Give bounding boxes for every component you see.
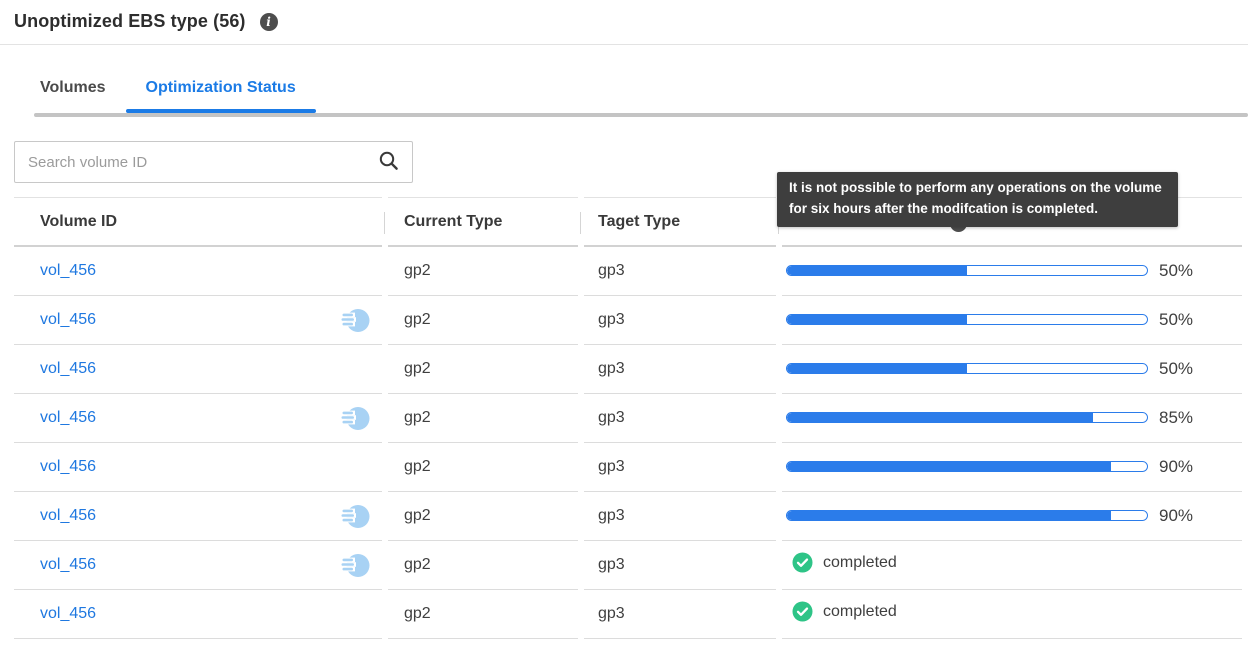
progress-fill [787, 413, 1093, 422]
progress-bar [786, 314, 1148, 325]
fast-snapshot-icon [341, 552, 370, 579]
table-body: vol_456 gp2 gp3 50% [14, 247, 1242, 639]
table-row: vol_456 gp2 gp3 [14, 541, 1242, 590]
check-circle-icon [792, 552, 813, 573]
completed-status: completed [792, 601, 897, 622]
current-type-value: gp2 [404, 360, 431, 377]
progress-fill [787, 315, 967, 324]
search-icon [378, 150, 399, 174]
title-bar: Unoptimized EBS type (56) i [0, 0, 1248, 45]
target-type-value: gp3 [598, 409, 625, 426]
column-header-volume-id: Volume ID [14, 197, 382, 247]
progress-fill [787, 511, 1111, 520]
progress-bar [786, 363, 1148, 374]
optimization-status-table: Volume ID Current Type Taget Type Modifi… [8, 197, 1248, 639]
progress-percent-label: 90% [1159, 506, 1193, 526]
table-row: vol_456 gp2 gp3 90% [14, 443, 1242, 492]
target-type-value: gp3 [598, 458, 625, 475]
current-type-value: gp2 [404, 458, 431, 475]
search-button[interactable] [374, 150, 412, 174]
search-input[interactable] [15, 142, 374, 182]
tabbar-track [34, 113, 1248, 117]
volume-id-link[interactable]: vol_456 [40, 409, 96, 427]
completed-label: completed [823, 603, 897, 621]
modification-progress: 50% [786, 359, 1193, 379]
completed-status: completed [792, 552, 897, 573]
volume-id-link[interactable]: vol_456 [40, 605, 96, 623]
table-row: vol_456 gp2 gp3 [14, 590, 1242, 639]
modification-progress: 50% [786, 310, 1193, 330]
progress-percent-label: 50% [1159, 359, 1193, 379]
modification-status-tooltip: It is not possible to perform any operat… [777, 172, 1178, 227]
current-type-value: gp2 [404, 605, 431, 622]
progress-fill [787, 364, 967, 373]
fast-snapshot-icon [341, 307, 370, 334]
column-header-target-type: Taget Type [584, 197, 776, 247]
current-type-value: gp2 [404, 409, 431, 426]
table-row: vol_456 gp2 gp3 85% [14, 394, 1242, 443]
target-type-value: gp3 [598, 360, 625, 377]
volume-id-link[interactable]: vol_456 [40, 458, 96, 476]
progress-fill [787, 266, 967, 275]
current-type-value: gp2 [404, 507, 431, 524]
target-type-value: gp3 [598, 262, 625, 279]
progress-bar [786, 461, 1148, 472]
volume-id-link[interactable]: vol_456 [40, 360, 96, 378]
modification-progress: 90% [786, 506, 1193, 526]
target-type-value: gp3 [598, 507, 625, 524]
progress-percent-label: 85% [1159, 408, 1193, 428]
progress-percent-label: 90% [1159, 457, 1193, 477]
table-row: vol_456 gp2 gp3 90% [14, 492, 1242, 541]
current-type-value: gp2 [404, 556, 431, 573]
current-type-value: gp2 [404, 311, 431, 328]
progress-bar [786, 265, 1148, 276]
volume-id-link[interactable]: vol_456 [40, 507, 96, 525]
modification-progress: 90% [786, 457, 1193, 477]
fast-snapshot-icon [341, 405, 370, 432]
volume-id-link[interactable]: vol_456 [40, 262, 96, 280]
search-box [14, 141, 413, 183]
volume-id-link[interactable]: vol_456 [40, 556, 96, 574]
tab-volumes[interactable]: Volumes [20, 79, 126, 113]
target-type-value: gp3 [598, 605, 625, 622]
current-type-value: gp2 [404, 262, 431, 279]
target-type-value: gp3 [598, 311, 625, 328]
progress-percent-label: 50% [1159, 310, 1193, 330]
tab-optimization-status[interactable]: Optimization Status [126, 79, 316, 113]
progress-percent-label: 50% [1159, 261, 1193, 281]
modification-progress: 85% [786, 408, 1193, 428]
volume-id-link[interactable]: vol_456 [40, 311, 96, 329]
table-row: vol_456 gp2 gp3 50% [14, 296, 1242, 345]
progress-bar [786, 510, 1148, 521]
table-row: vol_456 gp2 gp3 50% [14, 247, 1242, 296]
check-circle-icon [792, 601, 813, 622]
completed-label: completed [823, 554, 897, 572]
tabs-container: Volumes Optimization Status [0, 79, 1248, 117]
fast-snapshot-icon [341, 503, 370, 530]
table-row: vol_456 gp2 gp3 50% [14, 345, 1242, 394]
progress-fill [787, 462, 1111, 471]
title-info-icon[interactable]: i [260, 13, 278, 31]
page-title: Unoptimized EBS type (56) [14, 11, 246, 32]
progress-bar [786, 412, 1148, 423]
target-type-value: gp3 [598, 556, 625, 573]
modification-progress: 50% [786, 261, 1193, 281]
column-header-current-type: Current Type [388, 197, 578, 247]
